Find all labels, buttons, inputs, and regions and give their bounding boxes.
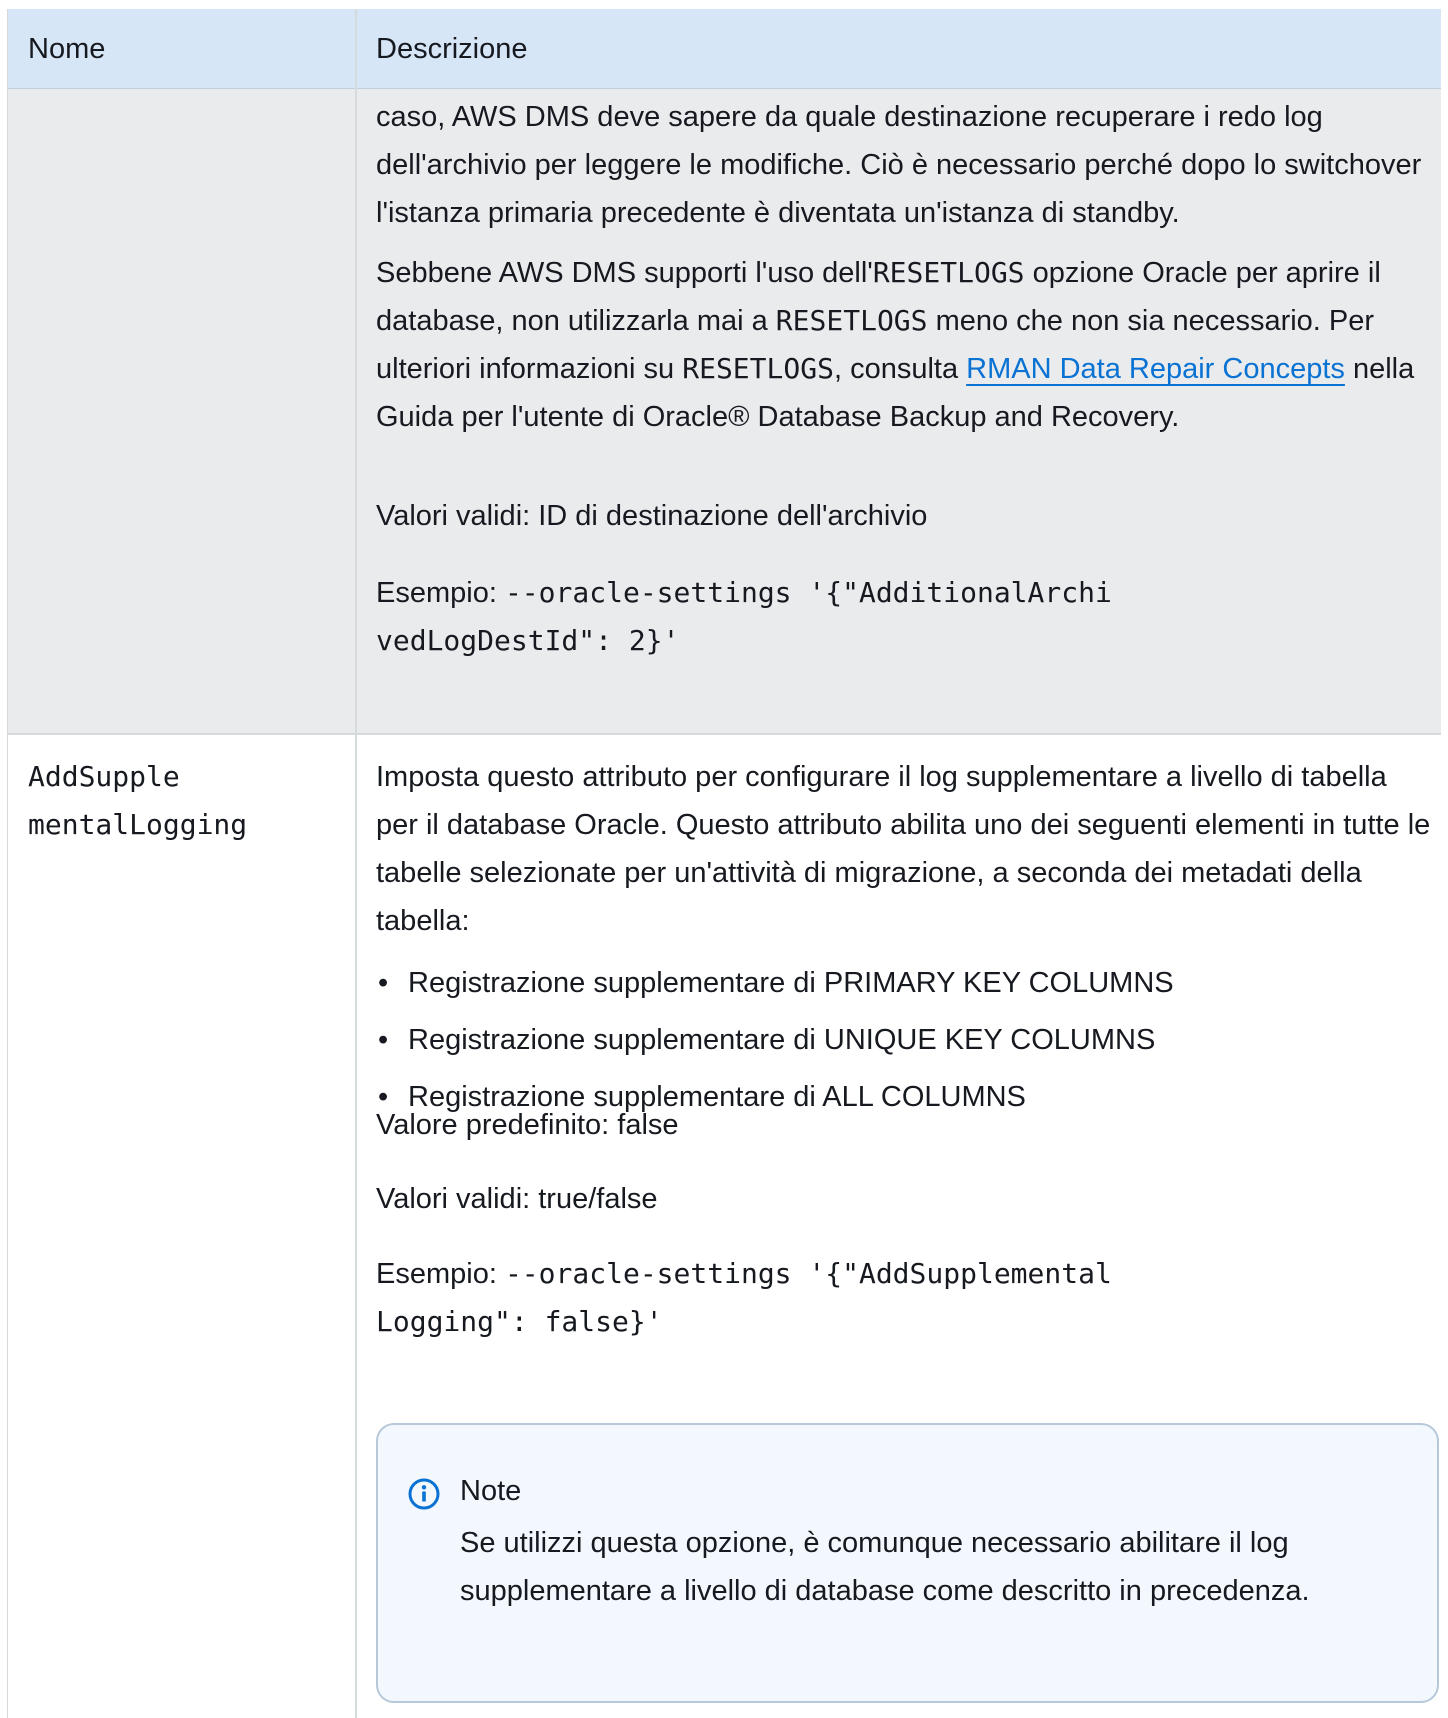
row1-paragraph-continuation: caso, AWS DMS deve sapere da quale desti… [376, 101, 1422, 229]
header-name: Nome [28, 33, 106, 65]
row1-paragraph-resetlogs: Sebbene AWS DMS supporti l'uso dell'RESE… [376, 256, 1415, 433]
row2-valid-values: Valori validi: true/false [376, 1183, 658, 1215]
example-code: --oracle-settings '{"AddSupplemental [504, 1257, 1112, 1290]
example-code: Logging": false}' [376, 1305, 663, 1338]
row2-default-value: Valore predefinito: false [376, 1109, 679, 1141]
parameter-name: AddSupple mentalLogging [28, 760, 248, 841]
column-divider [355, 9, 357, 89]
column-divider [355, 735, 357, 1718]
parameters-table: Nome Descrizione caso, AWS DMS deve sape… [7, 9, 1441, 1718]
row1-example: Esempio: --oracle-settings '{"Additional… [376, 576, 1112, 657]
example-code: --oracle-settings '{"AdditionalArchi [504, 576, 1112, 609]
list-item: Registrazione supplementare di PRIMARY K… [376, 955, 1174, 1012]
code-resetlogs: RESETLOGS [682, 352, 834, 385]
header-description: Descrizione [376, 33, 528, 65]
list-item: Registrazione supplementare di UNIQUE KE… [376, 1012, 1174, 1069]
table-row: caso, AWS DMS deve sapere da quale desti… [8, 89, 1441, 733]
code-resetlogs: RESETLOGS [775, 304, 928, 337]
info-icon [408, 1478, 440, 1510]
note-title: Note [460, 1475, 522, 1507]
row2-example: Esempio: --oracle-settings '{"AddSupplem… [376, 1257, 1112, 1338]
example-code: vedLogDestId": 2}' [376, 624, 680, 657]
rman-concepts-link[interactable]: RMAN Data Repair Concepts [966, 353, 1345, 385]
note-box: Note Se utilizzi questa opzione, è comun… [376, 1423, 1439, 1703]
table-row: AddSupple mentalLogging Imposta questo at… [8, 733, 1441, 1718]
note-body: Se utilizzi questa opzione, è comunque n… [460, 1527, 1310, 1607]
code-resetlogs: RESETLOGS [872, 256, 1025, 289]
column-divider [355, 89, 357, 733]
row2-intro: Imposta questo attributo per configurare… [376, 761, 1431, 937]
row1-valid-values: Valori validi: ID di destinazione dell'a… [376, 500, 928, 532]
table-header: Nome Descrizione [8, 9, 1441, 89]
